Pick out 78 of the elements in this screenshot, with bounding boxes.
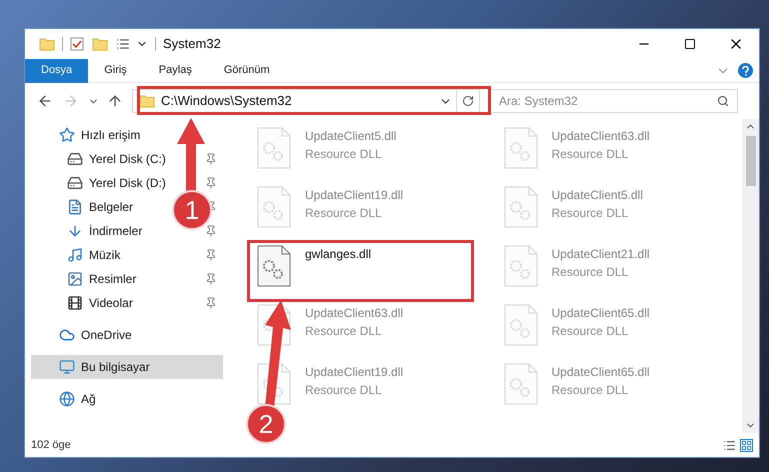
- music-note-icon: [67, 247, 83, 263]
- file-item[interactable]: UpdateClient65.dll Resource DLL: [504, 363, 650, 405]
- file-type: Resource DLL: [552, 205, 630, 222]
- properties-icon[interactable]: [116, 37, 130, 51]
- sidebar-item[interactable]: Hızlı erişim: [31, 123, 223, 147]
- monitor-icon: [59, 359, 75, 375]
- network-icon: [59, 391, 75, 407]
- tiles-view-icon[interactable]: [740, 438, 753, 452]
- file-item[interactable]: UpdateClient65.dll Resource DLL: [504, 304, 650, 346]
- file-name: UpdateClient21.dll: [552, 246, 650, 263]
- file-type: Resource DLL: [552, 264, 630, 281]
- scroll-thumb[interactable]: [746, 136, 756, 186]
- sidebar-item[interactable]: Ağ: [31, 387, 223, 411]
- film-icon: [67, 295, 83, 311]
- sidebar-item[interactable]: Bu bilgisayar: [31, 355, 223, 379]
- file-gears-icon: [504, 363, 538, 405]
- file-name: UpdateClient65.dll: [552, 364, 650, 381]
- up-icon[interactable]: [107, 93, 123, 109]
- ribbon-tab[interactable]: Giriş: [88, 58, 143, 82]
- file-type: Resource DLL: [552, 146, 630, 163]
- details-view-icon[interactable]: [723, 438, 736, 452]
- file-item[interactable]: UpdateClient5.dll Resource DLL: [257, 127, 396, 169]
- ribbon-tab[interactable]: Paylaş: [142, 58, 208, 82]
- file-item[interactable]: UpdateClient63.dll Resource DLL: [504, 127, 650, 169]
- picture-icon: [67, 271, 83, 287]
- sidebar-item[interactable]: Videolar: [67, 291, 133, 315]
- cloud-icon: [59, 327, 75, 343]
- back-icon[interactable]: [37, 93, 53, 109]
- file-name: UpdateClient5.dll: [552, 187, 643, 204]
- file-type: Resource DLL: [552, 323, 630, 340]
- file-name: UpdateClient5.dll: [305, 128, 396, 145]
- file-type: Resource DLL: [305, 323, 383, 340]
- help-icon[interactable]: [738, 63, 753, 78]
- sidebar-item[interactable]: İndirmeler: [67, 219, 142, 243]
- sidebar-item[interactable]: Müzik: [67, 243, 120, 267]
- folder-icon: [39, 37, 55, 51]
- scrollbar[interactable]: [742, 119, 759, 433]
- document-icon: [67, 199, 83, 215]
- file-type: Resource DLL: [305, 205, 383, 222]
- refresh-icon[interactable]: [462, 95, 474, 107]
- file-gears-icon: [504, 304, 538, 346]
- file-gears-icon: [257, 186, 291, 228]
- sidebar-item[interactable]: Yerel Disk (D:): [67, 171, 166, 195]
- download-icon: [67, 223, 83, 239]
- file-gears-icon: [504, 186, 538, 228]
- file-type: Resource DLL: [305, 146, 383, 163]
- file-item[interactable]: UpdateClient21.dll Resource DLL: [504, 245, 650, 287]
- file-type: Resource DLL: [552, 382, 630, 399]
- file-gears-icon: [257, 127, 291, 169]
- sidebar-item[interactable]: Yerel Disk (C:): [67, 147, 166, 171]
- file-name: UpdateClient63.dll: [552, 128, 650, 145]
- ribbon-tab[interactable]: Dosya: [25, 58, 88, 82]
- file-gears-icon: [257, 245, 291, 287]
- file-name: UpdateClient19.dll: [305, 364, 404, 381]
- window-title: System32: [163, 35, 221, 54]
- file-item[interactable]: UpdateClient5.dll Resource DLL: [504, 186, 643, 228]
- maximize-icon: [684, 38, 696, 50]
- file-gears-icon: [504, 245, 538, 287]
- folder-icon: [139, 94, 155, 108]
- star-icon: [59, 127, 75, 143]
- sidebar-item[interactable]: Belgeler: [67, 195, 134, 219]
- ribbon-tab[interactable]: Görünüm: [208, 58, 286, 82]
- file-name: UpdateClient65.dll: [552, 305, 650, 322]
- file-type: Resource DLL: [305, 382, 383, 399]
- sidebar-item[interactable]: Resimler: [67, 267, 136, 291]
- file-name: UpdateClient19.dll: [305, 187, 404, 204]
- file-gears-icon: [504, 127, 538, 169]
- file-item[interactable]: UpdateClient19.dll Resource DLL: [257, 186, 404, 228]
- drive-icon: [67, 175, 83, 191]
- item-count: 102 öge: [31, 438, 71, 453]
- new-folder-icon: [92, 37, 108, 51]
- file-name: gwlanges.dll: [305, 246, 372, 263]
- drive-icon: [67, 151, 83, 167]
- file-item[interactable]: gwlanges.dll: [257, 245, 372, 287]
- file-name: UpdateClient63.dll: [305, 305, 404, 322]
- sidebar-item[interactable]: OneDrive: [31, 323, 223, 347]
- search-icon: [717, 95, 729, 107]
- checkmark-icon[interactable]: [70, 37, 84, 51]
